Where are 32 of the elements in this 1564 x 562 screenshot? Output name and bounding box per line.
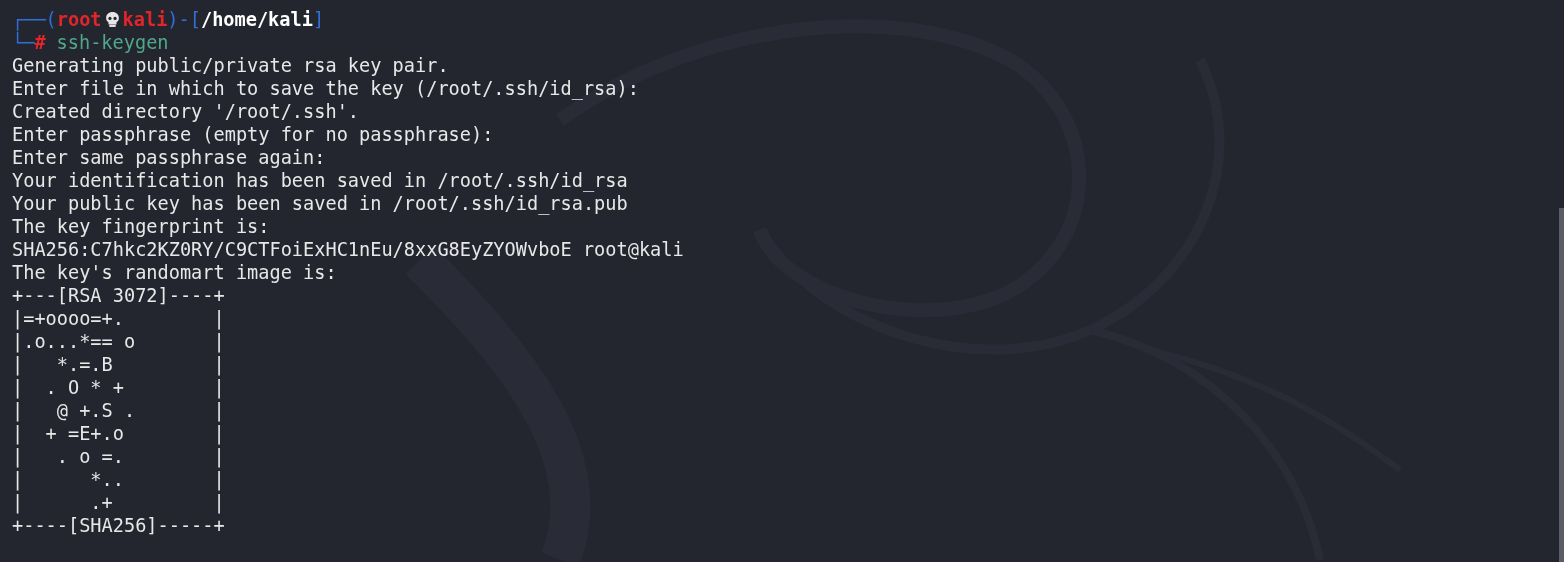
output-line: Created directory '/root/.ssh'.	[12, 101, 360, 122]
output-line: Enter same passphrase again:	[12, 147, 326, 168]
output-line: The key fingerprint is:	[12, 216, 270, 237]
prompt-host: kali	[122, 9, 168, 30]
command-text: ssh-keygen	[56, 32, 169, 53]
prompt-bracket: ]	[312, 9, 325, 30]
randomart-line: | *.=.B |	[12, 354, 225, 375]
prompt-frame: └─	[12, 32, 35, 53]
skull-icon	[103, 11, 121, 28]
output-line: Enter file in which to save the key (/root/.ssh/id_rsa):	[12, 78, 639, 99]
prompt-separator: )-[	[167, 9, 201, 30]
prompt-symbol: #	[34, 32, 46, 53]
scrollbar[interactable]	[1559, 208, 1564, 562]
output-line: The key's randomart image is:	[12, 262, 337, 283]
output-line: Your public key has been saved in /root/.ssh/id_rsa.pub	[12, 193, 628, 214]
output-line: Generating public/private rsa key pair.	[12, 55, 449, 76]
randomart-line: |.o...*== o |	[12, 331, 225, 352]
randomart-line: | + =E+.o |	[12, 423, 225, 444]
output-line: Enter passphrase (empty for no passphrase):	[12, 124, 494, 145]
prompt-user: root	[56, 9, 102, 30]
randomart-line: +---[RSA 3072]----+	[12, 285, 225, 306]
output-line: Your identification has been saved in /root/.ssh/id_rsa	[12, 170, 628, 191]
randomart-line: | . O * + |	[12, 377, 225, 398]
randomart-line: | @ +.S . |	[12, 400, 225, 421]
randomart-line: | . o =. |	[12, 446, 225, 467]
randomart-line: | *.. |	[12, 469, 225, 490]
output-line: SHA256:C7hkc2KZ0RY/C9CTFoiExHC1nEu/8xxG8EyZYOWvboE root@kali	[12, 239, 684, 260]
prompt-frame: ┌──(	[12, 9, 57, 30]
randomart-line: |=+oooo=+. |	[12, 308, 225, 329]
randomart-line: +----[SHA256]-----+	[12, 515, 225, 536]
randomart-line: | .+ |	[12, 492, 225, 513]
prompt-path: /home/kali	[200, 9, 313, 30]
